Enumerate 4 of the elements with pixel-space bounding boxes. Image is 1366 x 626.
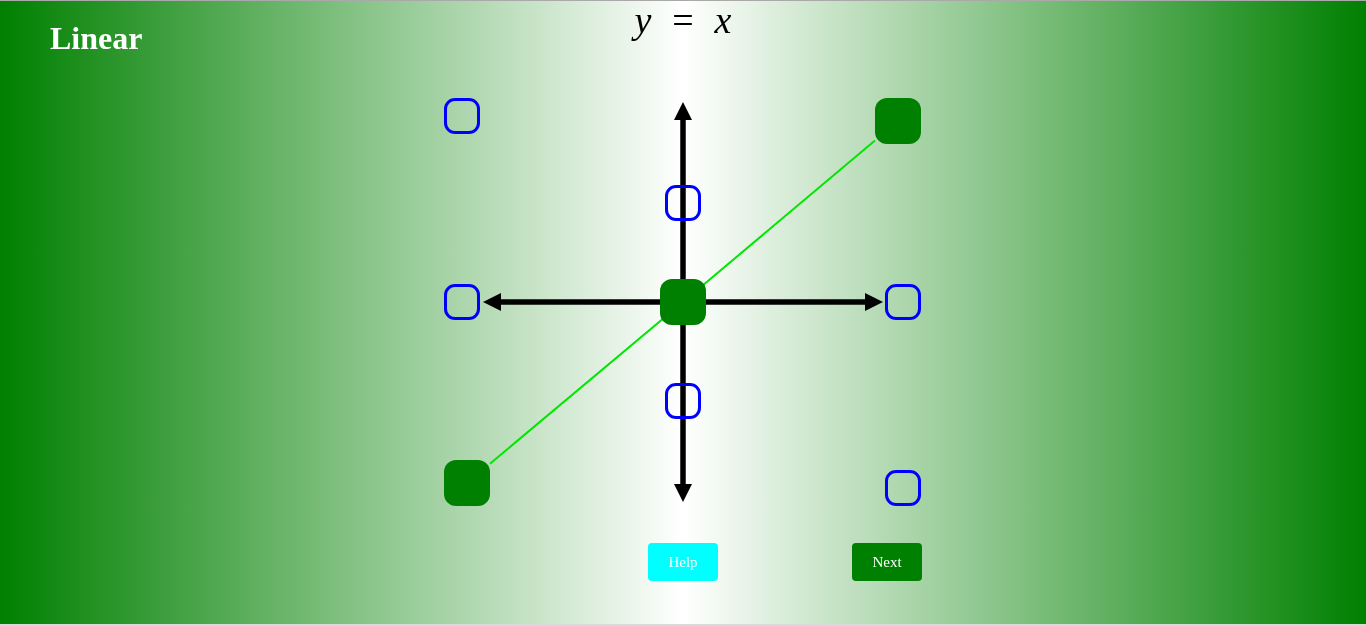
grid-point[interactable] — [665, 382, 701, 419]
app-title: Linear — [50, 19, 143, 58]
grid-point[interactable] — [665, 184, 701, 221]
next-button[interactable]: Next — [852, 543, 922, 581]
